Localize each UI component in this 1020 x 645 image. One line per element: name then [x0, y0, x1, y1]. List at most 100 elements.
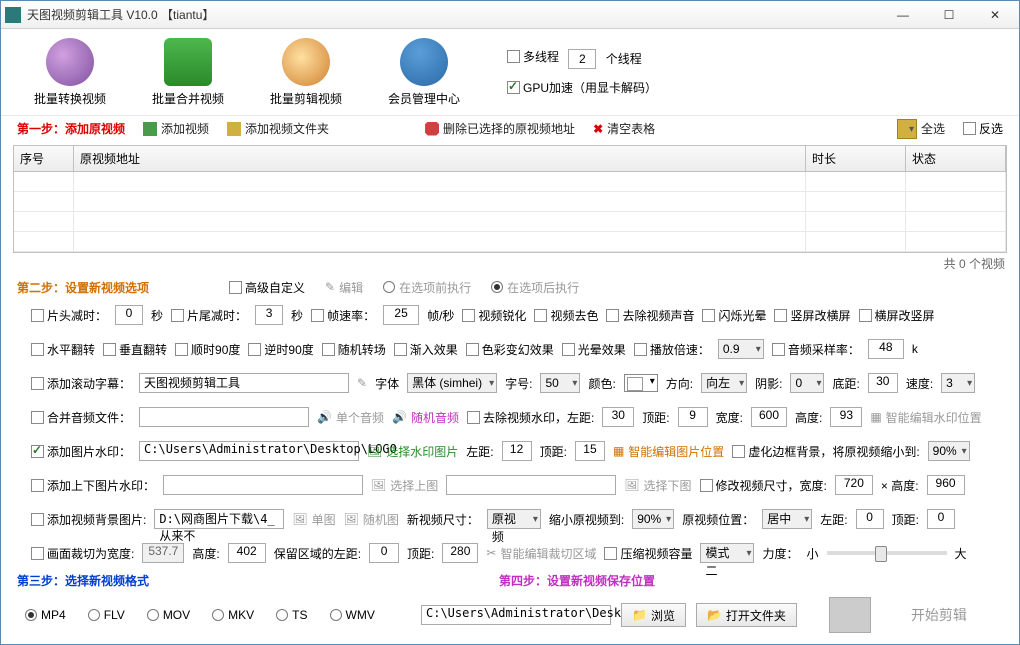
keep-top-input[interactable]: 280: [442, 543, 478, 563]
random-audio-link[interactable]: 🔊随机音频: [392, 409, 459, 426]
fmt-mkv-radio[interactable]: MKV: [212, 608, 254, 622]
tail-trim-input[interactable]: 3: [255, 305, 283, 325]
newsize-select[interactable]: 原视频: [487, 509, 541, 529]
position-select[interactable]: 居中: [762, 509, 812, 529]
fmt-wmv-radio[interactable]: WMV: [330, 608, 375, 622]
blur-select[interactable]: 90%: [928, 441, 970, 461]
invert-select-checkbox[interactable]: 反选: [963, 120, 1003, 137]
desaturate-checkbox[interactable]: 视频去色: [534, 307, 598, 324]
random-image-link[interactable]: 🖼随机图: [344, 511, 399, 528]
crop-h-input[interactable]: 402: [228, 543, 266, 563]
save-path-input[interactable]: C:\Users\Administrator\Desktop: [421, 605, 611, 625]
subtitle-input[interactable]: 天图视频剪辑工具: [139, 373, 349, 393]
col-duration[interactable]: 时长: [806, 146, 906, 171]
crop-w-input[interactable]: 537.7: [142, 543, 184, 563]
select-all-link[interactable]: 全选: [897, 119, 945, 139]
remove-watermark-checkbox[interactable]: 去除视频水印，左距:: [467, 409, 594, 426]
colorfx-checkbox[interactable]: 色彩变幻效果: [466, 341, 554, 358]
fontsize-select[interactable]: 50: [540, 373, 580, 393]
asr-input[interactable]: 48: [868, 339, 904, 359]
fmt-ts-radio[interactable]: TS: [276, 608, 307, 622]
multithread-checkbox[interactable]: 多线程: [507, 48, 559, 65]
v2h-checkbox[interactable]: 竖屏改横屏: [774, 307, 850, 324]
member-center-button[interactable]: 会员管理中心: [369, 38, 479, 107]
vflip-checkbox[interactable]: 垂直翻转: [103, 341, 167, 358]
exec-before-radio[interactable]: 在选项前执行: [383, 279, 471, 296]
resize-checkbox[interactable]: 修改视频尺寸，宽度:: [700, 477, 827, 494]
fps-input[interactable]: 25: [383, 305, 419, 325]
browse-button[interactable]: 📁浏览: [621, 603, 686, 627]
resize-w-input[interactable]: 720: [835, 475, 873, 495]
gpu-checkbox[interactable]: GPU加速（用显卡解码）: [507, 79, 657, 96]
head-trim-input[interactable]: 0: [115, 305, 143, 325]
single-audio-link[interactable]: 🔊单个音频: [317, 409, 384, 426]
img-left-input[interactable]: 12: [502, 441, 532, 461]
bottom-input[interactable]: 30: [868, 373, 898, 393]
clear-table-link[interactable]: ✖清空表格: [593, 120, 655, 137]
audio-path-input[interactable]: [139, 407, 309, 427]
start-icon-button[interactable]: [829, 597, 871, 633]
single-image-link[interactable]: 🖼单图: [292, 511, 335, 528]
shrink-select[interactable]: 90%: [632, 509, 674, 529]
add-folder-link[interactable]: 添加视频文件夹: [227, 120, 329, 137]
advanced-checkbox[interactable]: 高级自定义: [229, 279, 305, 296]
bg-image-path[interactable]: D:\网商图片下载\4_从来不: [154, 509, 284, 529]
smart-wm-link[interactable]: ▦ 智能编辑水印位置: [870, 409, 981, 426]
merge-audio-checkbox[interactable]: 合并音频文件：: [31, 409, 131, 426]
ccw90-checkbox[interactable]: 逆时90度: [248, 341, 313, 358]
select-top-image[interactable]: 🖼选择上图: [371, 477, 438, 494]
bottom-image-input[interactable]: [446, 475, 616, 495]
pos-top-input[interactable]: 0: [927, 509, 955, 529]
strength-slider[interactable]: [827, 551, 947, 555]
top-image-input[interactable]: [163, 475, 363, 495]
bg-image-checkbox[interactable]: 添加视频背景图片:: [31, 511, 146, 528]
subspeed-select[interactable]: 3: [941, 373, 975, 393]
img-top-input[interactable]: 15: [575, 441, 605, 461]
col-index[interactable]: 序号: [14, 146, 74, 171]
pos-left-input[interactable]: 0: [856, 509, 884, 529]
batch-merge-button[interactable]: 批量合并视频: [133, 38, 243, 107]
select-bottom-image[interactable]: 🖼选择下图: [624, 477, 691, 494]
shadow-select[interactable]: 0: [790, 373, 824, 393]
smart-crop-link[interactable]: ✂ 智能编辑裁切区域: [486, 545, 596, 562]
resize-h-input[interactable]: 960: [927, 475, 965, 495]
hflip-checkbox[interactable]: 水平翻转: [31, 341, 95, 358]
cw90-checkbox[interactable]: 顺时90度: [175, 341, 240, 358]
fmt-mp4-radio[interactable]: MP4: [25, 608, 66, 622]
add-image-wm-checkbox[interactable]: 添加图片水印：: [31, 443, 131, 460]
color-picker[interactable]: [624, 374, 658, 392]
add-video-link[interactable]: 添加视频: [143, 120, 209, 137]
speed-select[interactable]: 0.9: [718, 339, 764, 359]
minimize-button[interactable]: —: [889, 5, 917, 25]
fmt-mov-radio[interactable]: MOV: [147, 608, 190, 622]
h2v-checkbox[interactable]: 横屏改竖屏: [859, 307, 935, 324]
asr-checkbox[interactable]: 音频采样率：: [772, 341, 860, 358]
subtitle-checkbox[interactable]: 添加滚动字幕：: [31, 375, 131, 392]
batch-convert-button[interactable]: 批量转换视频: [15, 38, 125, 107]
wm-left-input[interactable]: 30: [602, 407, 634, 427]
crop-checkbox[interactable]: 画面裁切为宽度:: [31, 545, 134, 562]
direction-select[interactable]: 向左: [701, 373, 747, 393]
table-body[interactable]: [14, 172, 1006, 254]
image-wm-path[interactable]: C:\Users\Administrator\Desktop\LOGO: [139, 441, 359, 461]
head-trim-checkbox[interactable]: 片头减时：: [31, 307, 107, 324]
start-label[interactable]: 开始剪辑: [911, 605, 967, 625]
col-status[interactable]: 状态: [906, 146, 1006, 171]
pencil-icon[interactable]: ✎: [357, 376, 367, 390]
tail-trim-checkbox[interactable]: 片尾减时：: [171, 307, 247, 324]
fadein-checkbox[interactable]: 渐入效果: [394, 341, 458, 358]
select-wm-image[interactable]: 🖼选择水印图片: [367, 443, 458, 460]
random-transition-checkbox[interactable]: 随机转场: [322, 341, 386, 358]
compress-checkbox[interactable]: 压缩视频容量: [604, 545, 692, 562]
delete-selected-link[interactable]: 删除已选择的原视频地址: [425, 120, 575, 137]
wm-top-input[interactable]: 9: [678, 407, 708, 427]
batch-edit-button[interactable]: 批量剪辑视频: [251, 38, 361, 107]
flash-checkbox[interactable]: 闪烁光晕: [702, 307, 766, 324]
smart-img-link[interactable]: ▦ 智能编辑图片位置: [613, 443, 724, 460]
speed-checkbox[interactable]: 播放倍速：: [634, 341, 710, 358]
font-select[interactable]: 黑体 (simhei): [407, 373, 497, 393]
open-folder-button[interactable]: 📂打开文件夹: [696, 603, 797, 627]
exec-after-radio[interactable]: 在选项后执行: [491, 279, 579, 296]
fmt-flv-radio[interactable]: FLV: [88, 608, 125, 622]
add-tb-image-checkbox[interactable]: 添加上下图片水印：: [31, 477, 155, 494]
